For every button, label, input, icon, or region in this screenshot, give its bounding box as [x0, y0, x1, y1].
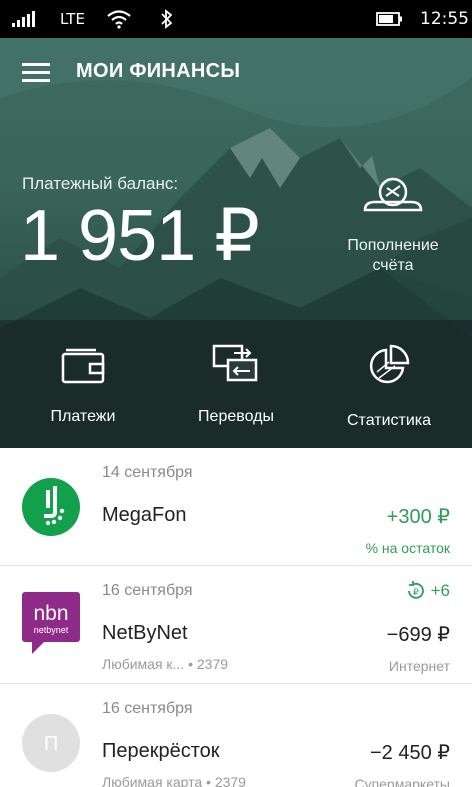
- transaction-name: NetByNet: [102, 622, 188, 644]
- transfers-button[interactable]: Переводы: [161, 344, 311, 426]
- battery-icon: [376, 0, 404, 38]
- balance-amount: 1 951 ₽: [20, 196, 260, 276]
- transaction-category: % на остаток: [365, 540, 450, 556]
- payments-label: Платежи: [50, 408, 116, 425]
- transaction-card: Любимая карта • 2379: [102, 774, 246, 787]
- quick-actions: Платежи Переводы Статистика: [0, 320, 472, 448]
- statistics-label: Статистика: [346, 412, 432, 429]
- transaction-row[interactable]: 14 сентября MegaFon +300 ₽ % на остаток: [0, 448, 472, 566]
- pie-chart-icon: [369, 344, 410, 384]
- signal-icon: [12, 0, 36, 38]
- status-bar: LTE 12:55: [0, 0, 472, 38]
- transaction-category: Интернет: [388, 658, 450, 674]
- megafon-logo: [22, 478, 80, 536]
- transaction-date: 16 сентября: [102, 700, 193, 717]
- bonus-amount: +6: [430, 581, 450, 600]
- transaction-amount: −2 450 ₽: [369, 742, 450, 764]
- transaction-date: 16 сентября: [102, 582, 193, 599]
- svg-text:₽: ₽: [413, 587, 419, 597]
- topup-label-line2: счёта: [372, 257, 414, 274]
- topup-button[interactable]: Пополнение счёта: [326, 172, 460, 274]
- netbynet-logo: nbn netbynet: [22, 592, 80, 654]
- balance-label: Платежный баланс:: [22, 174, 179, 193]
- transaction-category: Супермаркеты: [354, 776, 450, 787]
- transaction-name: MegaFon: [102, 504, 187, 526]
- bluetooth-icon: [160, 0, 174, 38]
- transaction-row[interactable]: П 16 сентября Перекрёсток Любимая карта …: [0, 684, 472, 787]
- transaction-card: Любимая к... • 2379: [102, 656, 229, 672]
- wifi-icon: [106, 0, 132, 38]
- hamburger-menu-button[interactable]: [18, 56, 54, 90]
- statistics-button[interactable]: Статистика: [314, 344, 464, 430]
- payments-button[interactable]: Платежи: [8, 344, 158, 426]
- placeholder-logo: П: [22, 714, 80, 772]
- transfers-label: Переводы: [198, 408, 274, 425]
- netbynet-logo-subtext: netbynet: [34, 625, 69, 635]
- bonus-badge: ₽ +6: [405, 580, 450, 602]
- network-type: LTE: [60, 10, 85, 28]
- app-header: МОИ ФИНАНСЫ: [0, 38, 472, 108]
- cashback-icon: ₽: [407, 581, 424, 599]
- netbynet-logo-text: nbn: [33, 602, 68, 625]
- transaction-date: 14 сентября: [102, 464, 193, 481]
- transaction-amount: +300 ₽: [386, 506, 450, 528]
- clock: 12:55: [420, 9, 469, 29]
- transaction-amount: −699 ₽: [386, 624, 450, 646]
- page-title: МОИ ФИНАНСЫ: [76, 60, 241, 82]
- topup-icon: [363, 177, 423, 212]
- placeholder-logo-text: П: [44, 733, 58, 755]
- topup-label-line1: Пополнение: [347, 237, 439, 254]
- transfer-icon: [212, 344, 258, 382]
- transaction-name: Перекрёсток: [102, 740, 220, 762]
- transaction-row[interactable]: nbn netbynet 16 сентября ₽ +6 NetByNet Л…: [0, 566, 472, 684]
- wallet-icon: [61, 348, 105, 384]
